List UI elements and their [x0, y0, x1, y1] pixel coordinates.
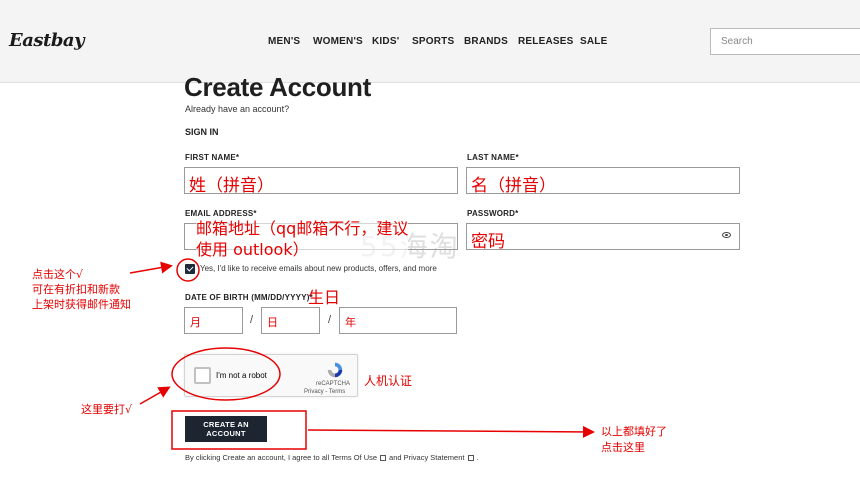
last-name-field[interactable]: 名（拼音） [466, 167, 740, 196]
search-input[interactable]: Search [710, 28, 860, 55]
robot-annotation: 人机认证 [364, 374, 413, 388]
email-label: EMAIL ADDRESS* [185, 209, 257, 218]
dob-label: DATE OF BIRTH (MM/DD/YYYY)* [185, 293, 313, 302]
nav-sale[interactable]: SALE [580, 36, 607, 47]
checkbox-annotation-line1: 点击这个√ [32, 268, 84, 281]
first-name-field[interactable]: 姓（拼音） [184, 167, 458, 196]
sign-in-link[interactable]: SIGN IN [185, 127, 219, 137]
email-annotation-line1: 邮箱地址（qq邮箱不行，建议 [196, 219, 409, 238]
recaptcha-terms[interactable]: Privacy - Terms [304, 389, 345, 395]
recaptcha-checkbox[interactable] [194, 367, 211, 384]
submit-annotation-line2: 点击这里 [601, 441, 645, 454]
submit-arrow [307, 425, 595, 438]
captcha-annotation: 这里要打√ [81, 403, 133, 416]
dob-slash: / [250, 314, 254, 326]
dob-month-value: 月 [190, 316, 201, 329]
search-placeholder: Search [721, 36, 753, 47]
nav-kids[interactable]: KIDS' [372, 36, 399, 47]
dob-year-value: 年 [345, 316, 356, 329]
nav-mens[interactable]: MEN'S [268, 36, 300, 47]
consent-checkbox[interactable] [185, 264, 195, 274]
checkbox-annotation-line2: 可在有折扣和新款 [32, 283, 120, 296]
create-account-button[interactable]: CREATE AN ACCOUNT [185, 416, 267, 442]
nav-releases[interactable]: RELEASES [518, 36, 574, 47]
nav-womens[interactable]: WOMEN'S [313, 36, 363, 47]
dob-day-value: 日 [267, 316, 278, 329]
password-field[interactable]: 密码 [466, 223, 740, 252]
external-link-icon [467, 455, 474, 461]
password-value: 密码 [471, 232, 505, 252]
header-divider [0, 82, 860, 83]
recaptcha-widget: I'm not a robot reCAPTCHA Privacy - Term… [184, 354, 358, 397]
privacy-link[interactable]: and Privacy Statement [389, 453, 464, 462]
show-password-icon[interactable] [722, 232, 731, 238]
terms-suffix: . [476, 453, 479, 462]
dob-month-field[interactable]: 月 [184, 307, 243, 334]
eastbay-logo[interactable]: Eastbay [9, 30, 85, 51]
nav-brands[interactable]: BRANDS [464, 36, 508, 47]
checkbox-annotation: 点击这个√ 可在有折扣和新款 上架时获得邮件通知 [32, 267, 131, 312]
terms-prefix: By clicking Create an account, I agree t… [185, 453, 378, 462]
last-name-value: 名（拼音） [471, 176, 556, 196]
email-annotation: 邮箱地址（qq邮箱不行，建议 使用 outlook） [196, 218, 409, 260]
already-have-account-text: Already have an account? [185, 104, 290, 114]
submit-annotation: 以上都填好了 点击这里 [601, 424, 667, 456]
external-link-icon [380, 455, 387, 461]
recaptcha-logo-icon [327, 362, 343, 378]
dob-day-field[interactable]: 日 [261, 307, 320, 334]
email-annotation-line2: 使用 outlook） [196, 240, 309, 259]
recaptcha-label: I'm not a robot [216, 371, 267, 380]
dob-slash: / [328, 314, 332, 326]
captcha-arrow [139, 386, 171, 405]
password-label: PASSWORD* [467, 209, 519, 218]
dob-year-field[interactable]: 年 [339, 307, 457, 334]
page-title: Create Account [184, 72, 371, 102]
terms-text: By clicking Create an account, I agree t… [185, 453, 479, 462]
consent-text: Yes, I'd like to receive emails about ne… [200, 264, 437, 273]
recaptcha-brand: reCAPTCHA [316, 381, 351, 387]
first-name-label: FIRST NAME* [185, 153, 240, 162]
submit-annotation-line1: 以上都填好了 [601, 425, 667, 438]
checkbox-annotation-line3: 上架时获得邮件通知 [32, 298, 131, 311]
last-name-label: LAST NAME* [467, 153, 519, 162]
checkbox-arrow [129, 261, 173, 274]
nav-sports[interactable]: SPORTS [412, 36, 454, 47]
dob-annotation: 生日 [308, 288, 341, 307]
first-name-value: 姓（拼音） [189, 176, 274, 196]
